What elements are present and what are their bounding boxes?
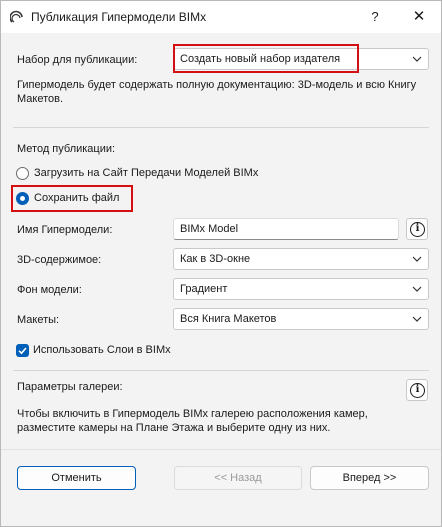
layouts-value: Вся Книга Макетов (180, 313, 277, 325)
help-button[interactable]: ? (358, 1, 392, 33)
button-bar: Отменить << Назад Вперед >> (1, 449, 441, 494)
use-layers-label[interactable]: Использовать Слои в BIMx (33, 344, 171, 356)
publish-set-description: Гипермодель будет содержать полную докум… (17, 79, 417, 105)
gallery-label: Параметры галереи: (17, 381, 123, 393)
archicad-app-icon (10, 10, 23, 23)
use-layers-checkbox[interactable] (16, 344, 29, 357)
info-icon: i (410, 383, 425, 398)
title-bar: Публикация Гипермодели BIMx ? ✕ (1, 1, 441, 33)
info-button-gallery[interactable]: i (406, 379, 428, 401)
window-title: Публикация Гипермодели BIMx (31, 10, 207, 24)
model-name-value: BIMx Model (180, 223, 239, 235)
close-button[interactable]: ✕ (397, 1, 441, 33)
background-value: Градиент (180, 283, 228, 295)
separator (13, 370, 429, 371)
chevron-down-icon (412, 256, 422, 262)
checkmark-icon (18, 347, 27, 355)
layouts-dropdown[interactable]: Вся Книга Макетов (173, 308, 429, 330)
method-label: Метод публикации: (17, 143, 116, 155)
cancel-button[interactable]: Отменить (17, 466, 136, 490)
content-3d-value: Как в 3D-окне (180, 253, 251, 265)
chevron-down-icon (412, 316, 422, 322)
content-3d-dropdown[interactable]: Как в 3D-окне (173, 248, 429, 270)
model-name-input[interactable]: BIMx Model (173, 218, 399, 240)
model-name-label: Имя Гипермодели: (17, 224, 113, 236)
info-icon: i (410, 222, 425, 237)
gallery-text: Чтобы включить в Гипермодель BIMx галере… (17, 408, 368, 434)
background-label: Фон модели: (17, 284, 82, 296)
radio-upload[interactable] (16, 167, 29, 180)
background-dropdown[interactable]: Градиент (173, 278, 429, 300)
publish-dialog: Публикация Гипермодели BIMx ? ✕ Набор дл… (0, 0, 442, 527)
next-button[interactable]: Вперед >> (310, 466, 429, 490)
highlight-save-file (11, 185, 133, 212)
content-3d-label: 3D-содержимое: (17, 254, 102, 266)
chevron-down-icon (412, 56, 422, 62)
layouts-label: Макеты: (17, 314, 60, 326)
radio-upload-label[interactable]: Загрузить на Сайт Передачи Моделей BIMx (34, 167, 258, 179)
publish-set-label: Набор для публикации: (17, 54, 138, 66)
info-button-name[interactable]: i (406, 218, 428, 240)
separator (13, 127, 429, 128)
highlight-publish-set (173, 44, 359, 73)
back-button[interactable]: << Назад (174, 466, 302, 490)
chevron-down-icon (412, 286, 422, 292)
